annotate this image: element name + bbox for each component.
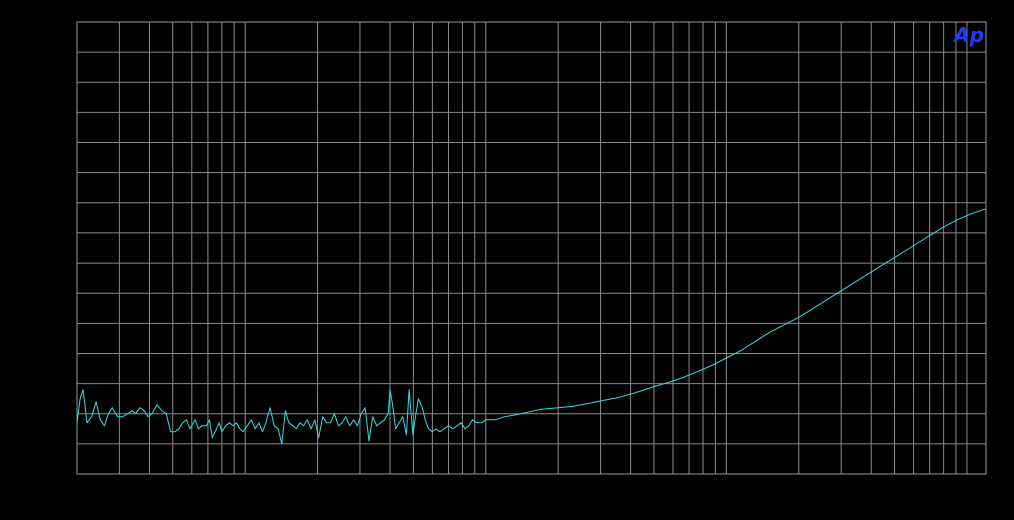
- y-axis-title-line1: d: [8, 234, 15, 248]
- y-tick-label-5: -50: [57, 166, 75, 180]
- y-tick-label-14: -140: [50, 437, 74, 451]
- y-tick-label-15: -150: [50, 467, 74, 481]
- x-tick-label-6: 2k: [552, 479, 566, 493]
- x-tick-label-2: 100: [235, 479, 255, 493]
- x-tick-label-3: 200: [308, 479, 328, 493]
- x-tick-label-9: 20k: [789, 479, 809, 493]
- x-tick-label-5: 1k: [479, 479, 493, 493]
- plot-area: [77, 22, 986, 474]
- y-tick-label-6: -60: [57, 196, 75, 210]
- y-tick-label-9: -90: [57, 286, 75, 300]
- y-tick-label-13: -130: [50, 407, 74, 421]
- x-axis-title: Hz: [523, 501, 538, 515]
- x-tick-label-1: 50: [166, 479, 180, 493]
- y-tick-label-10: -100: [50, 316, 74, 330]
- ap-logo-icon: Ap: [952, 23, 984, 47]
- y-axis-title-line2: B: [7, 251, 15, 265]
- x-tick-label-11: 100k: [954, 479, 981, 493]
- x-tick-label-0: 20: [76, 479, 90, 493]
- x-tick-label-8: 10k: [717, 479, 737, 493]
- y-tick-label-1: -10: [57, 45, 75, 59]
- x-tick-label-10: 50k: [885, 479, 905, 493]
- frequency-response-chart: +0 -10 -20 -30 -40 -50 -60 -70 -80 -90 -100 -110 -12…: [0, 0, 1014, 520]
- y-tick-label-4: -40: [57, 136, 75, 150]
- y-tick-label-3: -30: [57, 105, 75, 119]
- y-tick-label-7: -70: [57, 226, 75, 240]
- y-tick-label-8: -80: [57, 256, 75, 270]
- y-tick-label-0: +0: [60, 15, 74, 29]
- y-tick-label-12: -120: [50, 377, 74, 391]
- y-tick-label-11: -110: [51, 346, 74, 360]
- x-tick-label-7: 5k: [648, 479, 662, 493]
- x-tick-label-4: 500: [403, 479, 423, 493]
- chart-root: +0 -10 -20 -30 -40 -50 -60 -70 -80 -90 -100 -110 -12…: [0, 0, 1014, 520]
- y-tick-label-2: -20: [57, 75, 75, 89]
